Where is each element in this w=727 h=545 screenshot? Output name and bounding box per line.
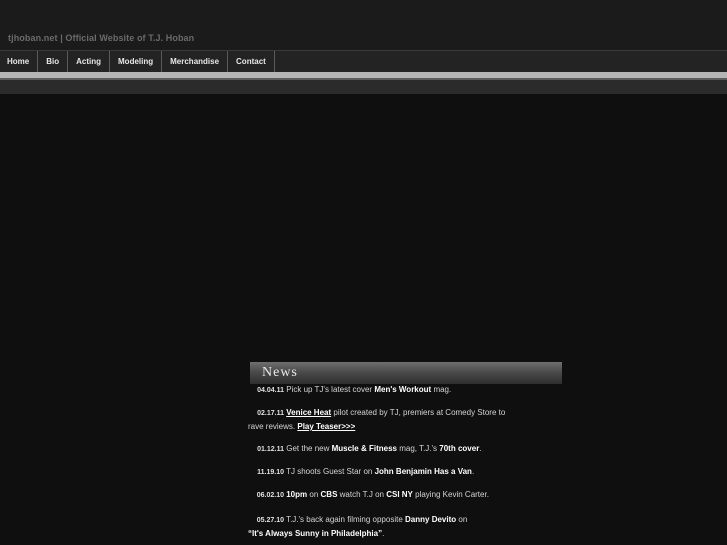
news-text: . — [479, 444, 482, 453]
news-date: 06.02.10 — [256, 492, 284, 499]
venice-heat-link[interactable]: Venice Heat — [286, 408, 331, 417]
nav-modeling[interactable]: Modeling — [110, 51, 163, 72]
nav-merchandise[interactable]: Merchandise — [162, 51, 229, 72]
news-highlight: 70th cover — [439, 444, 480, 453]
news-text: T.J.'s back again filming opposite — [286, 515, 403, 524]
news-text: rave reviews. — [248, 422, 296, 431]
news-text: Get the new — [286, 444, 330, 453]
news-item: 02.17.11 Venice Heat pilot created by TJ… — [248, 406, 548, 433]
news-item: 05.27.10 T.J.'s back again filming oppos… — [248, 513, 548, 540]
news-header: News — [250, 362, 562, 384]
nav-home[interactable]: Home — [0, 51, 39, 72]
news-highlight: Men's Workout — [374, 385, 432, 394]
news-highlight: 10pm — [286, 490, 308, 499]
news-item: 04.04.11 Pick up TJ's latest cover Men's… — [248, 383, 548, 397]
play-teaser-link[interactable]: Play Teaser>>> — [297, 422, 355, 431]
site-title: tjhoban.net | Official Website of T.J. H… — [8, 33, 195, 43]
news-text: watch T.J on — [339, 490, 384, 499]
news-text: Pick up TJ's latest cover — [286, 385, 373, 394]
news-date: 04.04.11 — [257, 387, 284, 394]
news-text: on — [458, 515, 468, 524]
main-nav: Home Bio Acting Modeling Merchandise Con… — [0, 50, 727, 72]
news-text: playing Kevin Carter. — [415, 490, 489, 499]
news-date: 11.19.10 — [257, 469, 284, 476]
news-highlight: Muscle & Fitness — [331, 444, 397, 453]
news-item: 06.02.10 10pm on CBS watch T.J on CSI NY… — [248, 488, 548, 502]
news-text: . — [382, 529, 385, 538]
news-highlight: CBS — [320, 490, 338, 499]
news-highlight: CSI NY — [386, 490, 413, 499]
news-text: mag. — [433, 385, 452, 394]
news-title: News — [262, 365, 298, 380]
news-highlight: John Benjamin Has a Van — [374, 467, 472, 476]
news-date: 01.12.11 — [257, 446, 284, 453]
news-date: 05.27.10 — [256, 517, 284, 524]
news-text: mag, T.J.'s — [399, 444, 438, 453]
nav-acting[interactable]: Acting — [68, 51, 111, 72]
news-text: . — [471, 467, 475, 476]
news-highlight: “It's Always Sunny in Philadelphia” — [248, 529, 383, 538]
news-highlight: Danny Devito — [405, 515, 457, 524]
news-date: 02.17.11 — [257, 410, 284, 417]
news-text: pilot created by TJ, premiers at Comedy … — [333, 408, 506, 417]
subnav-band — [0, 80, 727, 94]
nav-contact[interactable]: Contact — [228, 51, 275, 72]
news-text: TJ shoots Guest Star on — [286, 467, 373, 476]
nav-bio[interactable]: Bio — [38, 51, 69, 72]
news-item: 01.12.11 Get the new Muscle & Fitness ma… — [248, 442, 548, 456]
news-text: on — [309, 490, 319, 499]
news-item: 11.19.10 TJ shoots Guest Star on John Be… — [248, 465, 548, 479]
